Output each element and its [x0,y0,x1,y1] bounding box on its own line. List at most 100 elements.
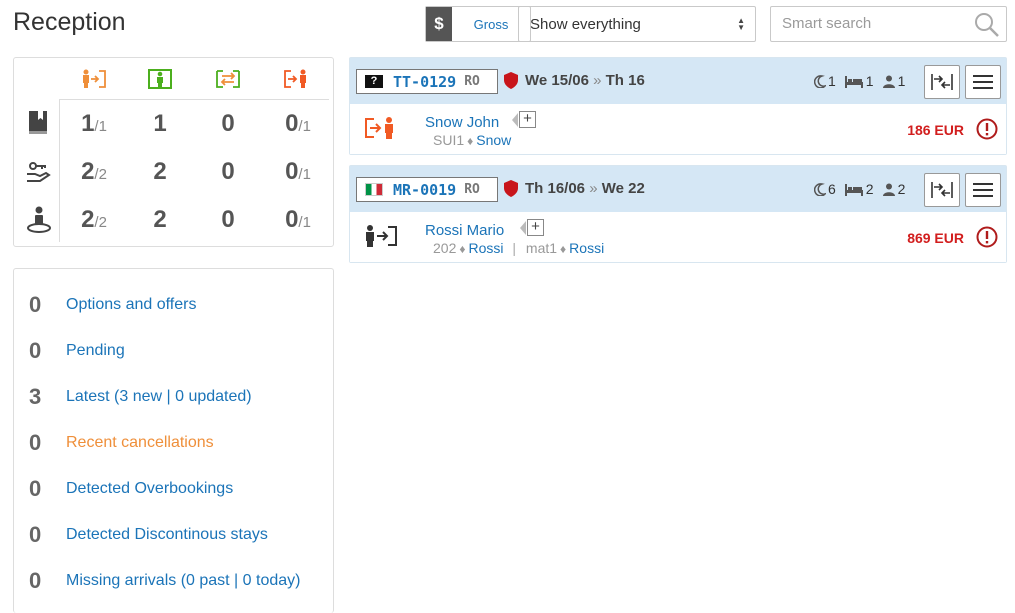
link-missing-arrivals[interactable]: 0 Missing arrivals (0 past | 0 today) [14,566,335,596]
hamburger-icon [973,75,993,89]
date-to: Th 16 [605,72,645,89]
italy-flag-icon [365,183,383,196]
add-guest-button[interactable]: + [512,111,536,128]
guests-count: 1 [897,73,906,89]
arrivals-rooms[interactable]: 2/2 [74,158,114,186]
currency-toggle[interactable]: $ Gross [425,6,531,42]
add-guest-button[interactable]: + [520,219,544,236]
link-count: 0 [29,430,42,455]
menu-button[interactable] [965,65,1001,99]
link-discontinuous-stays[interactable]: 0 Detected Discontinous stays [14,520,335,550]
bed-icon [844,75,863,88]
room-move-icon[interactable] [215,69,240,91]
unknown-flag-icon: ? [365,75,383,88]
warning-icon[interactable] [976,226,998,251]
date-separator: » [589,180,598,197]
booking-code[interactable]: TT-0129 [393,73,456,91]
nights-count: 6 [828,181,836,197]
person-icon [882,183,895,196]
link-count: 0 [29,338,42,363]
room-separator: | [512,240,517,256]
booking-code-box[interactable]: ? TT-0129 RO [356,69,498,94]
room-assignment: 202 ♦ Rossi | mat1 ♦ Rossi [433,240,604,256]
booking-code[interactable]: MR-0019 [393,181,456,199]
booking-card: ? TT-0129 RO We 15/06 » Th 16 1 1 1 Snow… [349,57,1007,155]
checkin-checkout-button[interactable] [924,65,960,99]
departures-rooms[interactable]: 0/1 [278,158,318,186]
booking-guest-row: Rossi Mario + 202 ♦ Rossi | mat1 ♦ Rossi 869… [350,212,1006,262]
inhouse-bookings[interactable]: 1 [140,110,180,138]
guest-name-link[interactable]: Rossi Mario [425,222,504,239]
link-label[interactable]: Missing arrivals (0 past | 0 today) [66,572,300,590]
link-label[interactable]: Recent cancellations [66,434,214,452]
room-number: mat1 [525,240,558,256]
in-house-icon[interactable] [147,69,172,91]
filter-select[interactable]: Show everything ▲ ▼ [518,6,756,42]
link-latest[interactable]: 3 Latest (3 new | 0 updated) [14,382,335,412]
select-arrows-icon: ▲ ▼ [737,16,745,32]
search-icon[interactable] [974,12,1000,41]
stats-panel: 1/1 1 0 0/1 2/2 2 0 0/1 2/2 2 0 0/1 [13,57,334,247]
dollar-icon[interactable]: $ [426,7,452,41]
checkin-checkout-button[interactable] [924,173,960,207]
shield-icon [504,180,518,200]
booking-guest-row: Snow John + SUI1 ♦ Snow 186 EUR [350,104,1006,154]
occupancy: 6 2 2 [814,181,913,197]
room-number: SUI1 [433,132,465,148]
diamond-icon: ♦ [467,134,474,148]
link-overbookings[interactable]: 0 Detected Overbookings [14,474,335,504]
link-count: 0 [29,568,42,593]
menu-button[interactable] [965,173,1001,207]
filter-selected-value: Show everything [530,15,641,33]
room-guest-link[interactable]: Rossi [468,240,503,256]
inhouse-guests[interactable]: 2 [140,206,180,234]
arrival-icon[interactable] [81,69,106,91]
moves-bookings[interactable]: 0 [208,110,248,138]
booking-header: ? TT-0129 RO We 15/06 » Th 16 1 1 1 [350,58,1006,104]
room-guest-link[interactable]: Snow [476,132,511,148]
departures-guests[interactable]: 0/1 [278,206,318,234]
booking-price[interactable]: 186 EUR [907,122,964,138]
inhouse-rooms[interactable]: 2 [140,158,180,186]
link-count: 3 [29,384,42,409]
triangle-icon [512,112,518,127]
departures-bookings[interactable]: 0/1 [278,110,318,138]
swap-door-icon [931,74,953,90]
plus-icon: + [519,111,536,128]
link-label[interactable]: Options and offers [66,296,196,314]
link-label[interactable]: Pending [66,342,125,360]
room-guest-link[interactable]: Rossi [569,240,604,256]
occupancy: 1 1 1 [814,73,913,89]
booking-book-icon [26,110,50,136]
link-options-offers[interactable]: 0 Options and offers [14,290,335,320]
guests-count: 2 [897,181,906,197]
moves-guests[interactable]: 0 [208,206,248,234]
hamburger-icon [973,183,993,197]
link-count: 0 [29,522,42,547]
link-pending[interactable]: 0 Pending [14,336,335,366]
search-input[interactable] [780,7,970,39]
link-count: 0 [29,476,42,501]
departure-icon[interactable] [283,69,307,91]
plus-icon: + [527,219,544,236]
link-recent-cancellations[interactable]: 0 Recent cancellations [14,428,335,458]
smart-search[interactable] [770,6,1007,42]
link-label[interactable]: Detected Overbookings [66,480,233,498]
booking-code-box[interactable]: MR-0019 RO [356,177,498,202]
guest-name-link[interactable]: Snow John [425,114,499,131]
arrivals-guests[interactable]: 2/2 [74,206,114,234]
booking-card: MR-0019 RO Th 16/06 » We 22 6 2 2 Rossi … [349,165,1007,263]
date-from: We 15/06 [525,72,589,89]
bed-icon [844,183,863,196]
departure-icon [364,116,398,143]
warning-icon[interactable] [976,118,998,143]
moon-icon [814,182,826,196]
moves-rooms[interactable]: 0 [208,158,248,186]
date-to: We 22 [601,180,645,197]
diamond-icon: ♦ [459,242,466,256]
booking-price[interactable]: 869 EUR [907,230,964,246]
swap-door-icon [931,182,953,198]
link-label[interactable]: Detected Discontinous stays [66,526,268,544]
arrivals-bookings[interactable]: 1/1 [74,110,114,138]
link-label[interactable]: Latest (3 new | 0 updated) [66,388,252,406]
